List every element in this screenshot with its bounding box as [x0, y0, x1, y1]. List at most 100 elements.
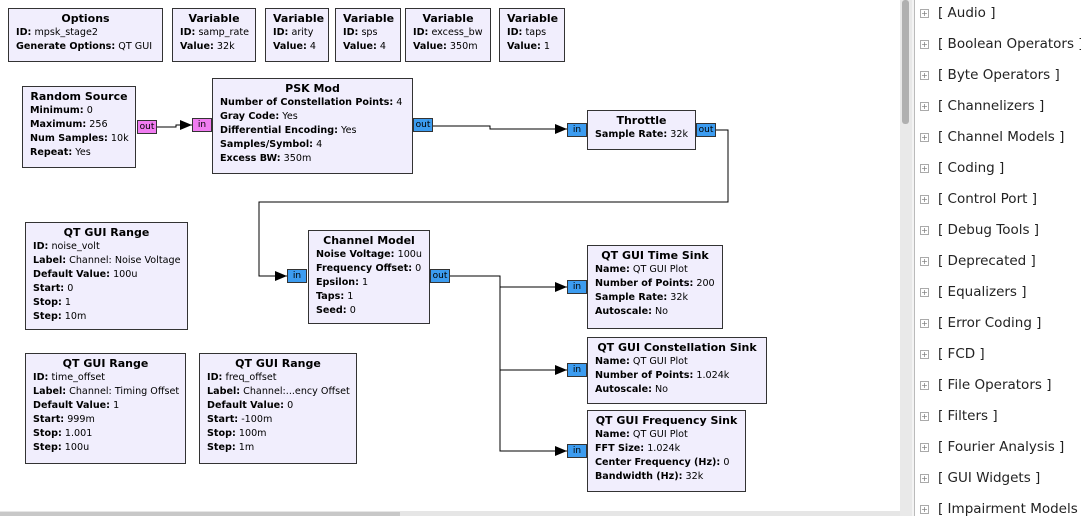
port-ts-in[interactable]: in: [567, 280, 587, 294]
param-value: Yes: [282, 111, 298, 122]
port-cs-in[interactable]: in: [567, 363, 587, 377]
expand-icon[interactable]: +: [920, 8, 929, 18]
param-value: QT GUI Plot: [632, 356, 688, 367]
param-label: Number of Points:: [595, 278, 694, 289]
param-value: 0: [415, 263, 422, 274]
category-label: [ Error Coding ]: [938, 315, 1042, 331]
tree-category[interactable]: + [ FCD ]: [920, 344, 985, 364]
block-title: Variable: [188, 12, 240, 25]
expand-icon[interactable]: +: [920, 504, 929, 514]
param-label: Number of Points:: [595, 370, 694, 381]
block-param: Default Value: 0: [207, 399, 349, 413]
port-fs-in[interactable]: in: [567, 444, 587, 458]
expand-icon[interactable]: +: [920, 287, 929, 297]
block-v2[interactable]: Variable ID: arity Value: 4: [265, 8, 329, 62]
port-thr-in[interactable]: in: [567, 123, 587, 137]
param-label: Name:: [595, 429, 630, 440]
wire-channel-constsink: [499, 287, 567, 375]
param-label: Epsilon:: [316, 277, 359, 288]
param-label: Step:: [207, 442, 236, 453]
expand-icon[interactable]: +: [920, 225, 929, 235]
expand-icon[interactable]: +: [920, 101, 929, 111]
block-v1[interactable]: Variable ID: samp_rate Value: 32k: [172, 8, 256, 62]
tree-category[interactable]: + [ Deprecated ]: [920, 251, 1036, 271]
category-label: [ Impairment Models ]: [938, 501, 1081, 517]
tree-category[interactable]: + [ Boolean Operators ]: [920, 34, 1081, 54]
expand-icon[interactable]: +: [920, 473, 929, 483]
block-v3[interactable]: Variable ID: sps Value: 4: [335, 8, 401, 62]
expand-icon[interactable]: +: [920, 380, 929, 390]
expand-icon[interactable]: +: [920, 70, 929, 80]
port-chan-out[interactable]: out: [430, 269, 450, 283]
block-r1[interactable]: QT GUI Range ID: noise_volt Label: Channel…: [25, 222, 188, 330]
tree-category[interactable]: + [ Control Port ]: [920, 189, 1037, 209]
block-cs[interactable]: QT GUI Constellation Sink Name: QT GUI Pl…: [587, 337, 767, 404]
block-param: Num Samples: 10k: [30, 132, 129, 146]
port-chan-in[interactable]: in: [287, 269, 307, 283]
port-rand-out[interactable]: out: [137, 120, 157, 134]
block-rand[interactable]: Random Source Minimum: 0 Maximum: 256 Num S…: [22, 86, 136, 168]
pane-splitter[interactable]: [912, 0, 915, 516]
block-title: QT GUI Range: [235, 357, 321, 370]
param-value: arity: [291, 27, 314, 38]
tree-category[interactable]: + [ GUI Widgets ]: [920, 468, 1040, 488]
expand-icon[interactable]: +: [920, 411, 929, 421]
block-v5[interactable]: Variable ID: taps Value: 1: [499, 8, 565, 62]
expand-icon[interactable]: +: [920, 163, 929, 173]
port-psk-out[interactable]: out: [413, 118, 433, 132]
wire-channel-timesink: [450, 275, 567, 292]
tree-category[interactable]: + [ File Operators ]: [920, 375, 1051, 395]
tree-category[interactable]: + [ Coding ]: [920, 158, 1004, 178]
expand-icon[interactable]: +: [920, 349, 929, 359]
tree-category[interactable]: + [ Filters ]: [920, 406, 998, 426]
param-value: 350m: [283, 153, 312, 164]
block-psk[interactable]: PSK Mod Number of Constellation Points: 4…: [212, 78, 413, 174]
expand-icon[interactable]: +: [920, 318, 929, 328]
block-param: Number of Points: 1.024k: [595, 369, 759, 383]
tree-category[interactable]: + [ Equalizers ]: [920, 282, 1027, 302]
block-param: Repeat: Yes: [30, 146, 128, 160]
expand-icon[interactable]: +: [920, 256, 929, 266]
category-label: [ Filters ]: [938, 408, 998, 424]
tree-category[interactable]: + [ Channelizers ]: [920, 96, 1044, 116]
tree-category[interactable]: + [ Channel Models ]: [920, 127, 1064, 147]
block-options[interactable]: Options ID: mpsk_stage2 Generate Options: …: [8, 8, 163, 62]
canvas-vertical-scroll-thumb[interactable]: [902, 0, 909, 124]
expand-icon[interactable]: +: [920, 39, 929, 49]
tree-category[interactable]: + [ Audio ]: [920, 3, 996, 23]
block-r3[interactable]: QT GUI Range ID: freq_offset Label: Channe…: [199, 353, 357, 464]
tree-category[interactable]: + [ Error Coding ]: [920, 313, 1041, 333]
param-label: Autoscale:: [595, 306, 652, 317]
param-value: 1: [113, 400, 120, 411]
param-label: Number of Constellation Points:: [220, 97, 394, 108]
port-psk-in[interactable]: in: [192, 118, 212, 132]
param-label: ID:: [507, 27, 523, 38]
block-title: Variable: [422, 12, 474, 25]
block-v4[interactable]: Variable ID: excess_bw Value: 350m: [405, 8, 491, 62]
block-chan[interactable]: Channel Model Noise Voltage: 100u Frequenc…: [308, 230, 430, 324]
block-thr[interactable]: Throttle Sample Rate: 32k: [587, 110, 696, 150]
block-param: Maximum: 256: [30, 118, 128, 132]
param-label: Excess BW:: [220, 153, 281, 164]
expand-icon[interactable]: +: [920, 442, 929, 452]
param-label: Stop:: [207, 428, 236, 439]
tree-category[interactable]: + [ Impairment Models ]: [920, 499, 1081, 519]
port-thr-out[interactable]: out: [696, 123, 716, 137]
block-param: Name: QT GUI Plot: [595, 263, 715, 277]
tree-category[interactable]: + [ Byte Operators ]: [920, 65, 1060, 85]
expand-icon[interactable]: +: [920, 194, 929, 204]
expand-icon[interactable]: +: [920, 132, 929, 142]
block-fs[interactable]: QT GUI Frequency Sink Name: QT GUI Plot FF…: [587, 410, 746, 492]
param-label: Stop:: [33, 297, 62, 308]
block-r2[interactable]: QT GUI Range ID: time_offset Label: Channe…: [25, 353, 186, 464]
tree-category[interactable]: + [ Debug Tools ]: [920, 220, 1039, 240]
category-label: [ Control Port ]: [938, 191, 1037, 207]
block-ts[interactable]: QT GUI Time Sink Name: QT GUI Plot Number …: [587, 245, 723, 329]
param-value: 32k: [685, 471, 704, 482]
category-label: [ Channelizers ]: [938, 98, 1045, 114]
tree-category[interactable]: + [ Fourier Analysis ]: [920, 437, 1064, 457]
canvas-horizontal-scroll-thumb[interactable]: [0, 512, 400, 516]
param-value: 4: [396, 97, 403, 108]
flowgraph-canvas[interactable]: Options ID: mpsk_stage2 Generate Options: …: [0, 0, 900, 512]
param-value: 4: [316, 139, 323, 150]
